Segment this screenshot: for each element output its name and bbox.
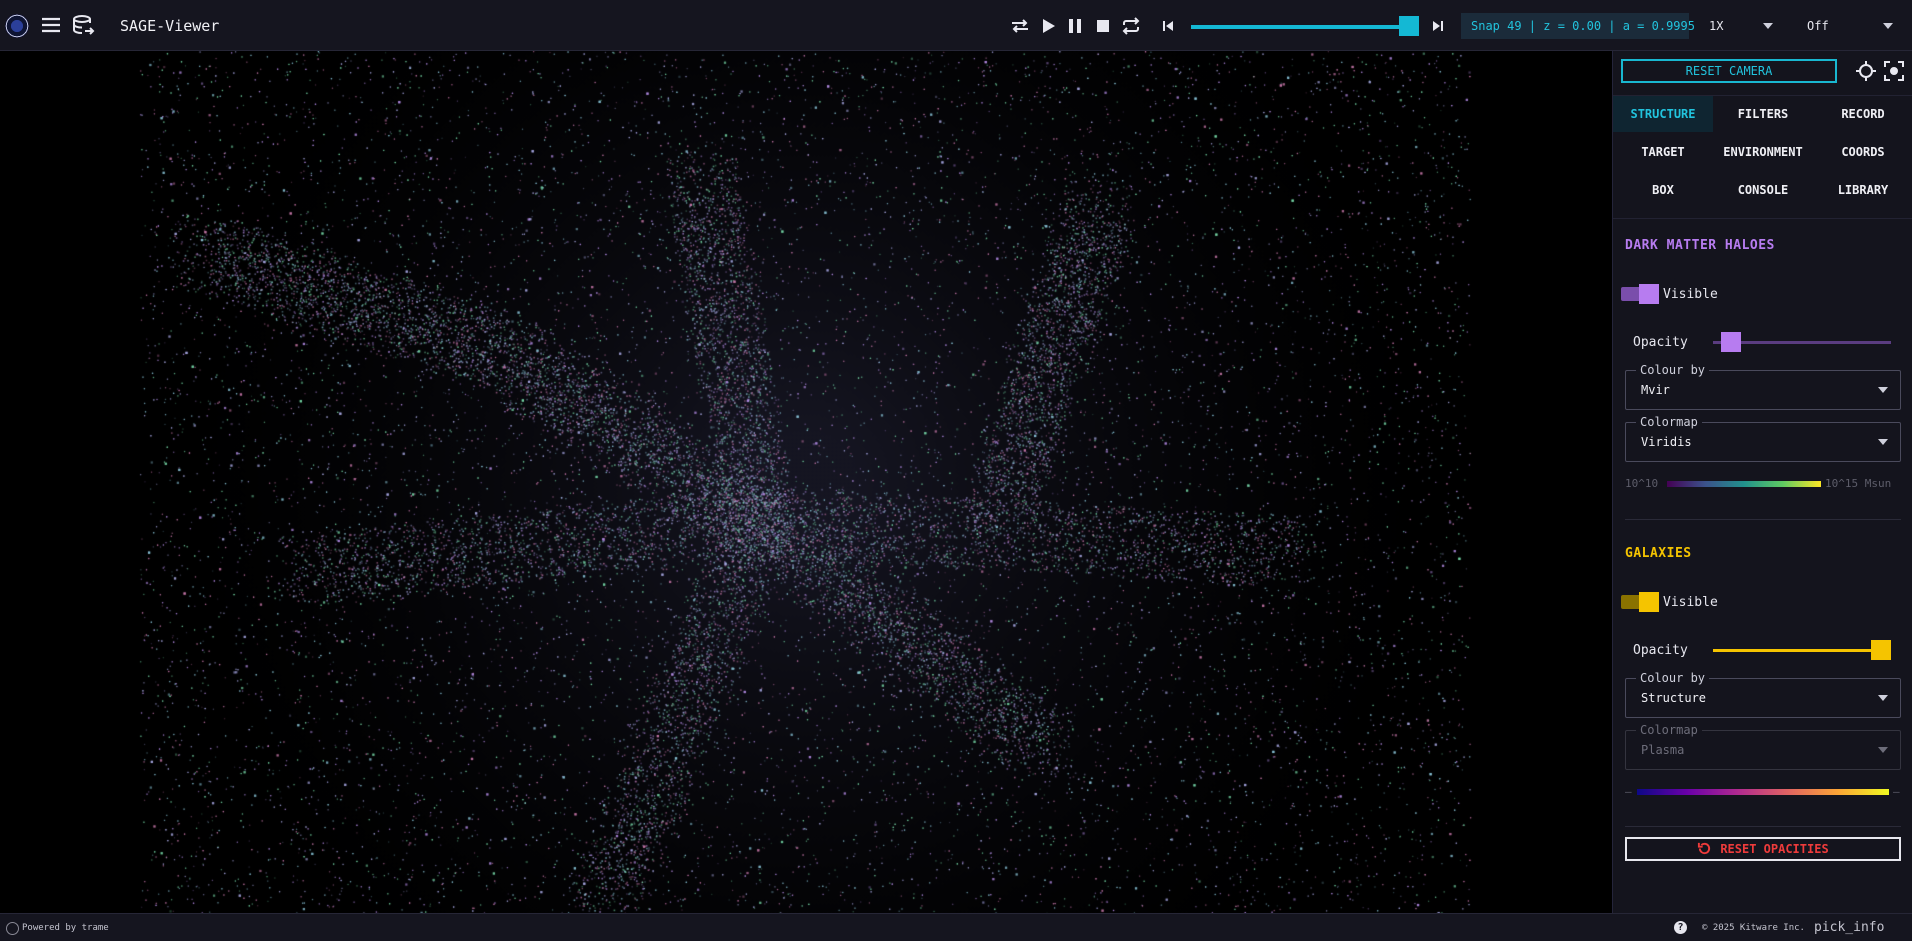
timeline-slider-knob[interactable] (1399, 16, 1419, 36)
reset-opacities-label: RESET OPACITIES (1720, 842, 1829, 856)
tab-environment[interactable]: ENVIRONMENT (1713, 134, 1813, 170)
haloes-visible-label: Visible (1663, 287, 1718, 302)
galaxies-colour-by-legend: Colour by (1636, 671, 1710, 685)
pick-info-text: pick_info (1814, 920, 1885, 935)
tab-structure[interactable]: STRUCTURE (1613, 96, 1713, 132)
pause-icon[interactable] (1064, 15, 1086, 37)
copyright-text: © 2025 Kitware Inc. (1702, 923, 1805, 933)
haloes-toggle-thumb (1639, 284, 1659, 304)
tab-target[interactable]: TARGET (1613, 134, 1713, 170)
loop-mode-select-value: Off (1807, 19, 1829, 33)
footer: Powered by trame ? © 2025 Kitware Inc. p… (0, 913, 1912, 941)
skip-to-end-icon[interactable] (1427, 15, 1449, 37)
loop-mode-select[interactable]: Off (1807, 13, 1895, 39)
chevron-down-icon (1883, 23, 1893, 29)
reset-opacities-button[interactable]: RESET OPACITIES (1625, 837, 1901, 861)
haloes-colour-by-select[interactable]: Colour by Mvir (1625, 363, 1901, 410)
galaxies-section-title: GALAXIES (1625, 546, 1692, 561)
haloes-visible-toggle[interactable] (1621, 284, 1659, 304)
menu-icon[interactable] (38, 12, 64, 38)
haloes-colormap-select[interactable]: Colormap Viridis (1625, 415, 1901, 462)
skip-to-start-icon[interactable] (1157, 15, 1179, 37)
galaxies-colormap-select: Colormap Plasma (1625, 723, 1901, 770)
help-icon[interactable]: ? (1674, 921, 1687, 934)
haloes-colour-by-legend: Colour by (1636, 363, 1710, 377)
galaxies-visible-toggle[interactable] (1621, 592, 1659, 612)
chevron-down-icon (1878, 439, 1888, 445)
chevron-down-icon (1878, 747, 1888, 753)
section-divider (1625, 826, 1901, 827)
tab-coords[interactable]: COORDS (1813, 134, 1912, 170)
fit-view-icon[interactable] (1883, 60, 1905, 82)
swap-direction-icon[interactable] (1009, 15, 1031, 37)
play-icon[interactable] (1037, 15, 1059, 37)
speed-select-value: 1X (1709, 19, 1724, 33)
plasma-colorbar (1637, 789, 1889, 795)
galaxies-opacity-slider[interactable] (1713, 640, 1891, 660)
haloes-colormap-legend: Colormap (1636, 415, 1702, 429)
galaxies-colorbar-max: – (1893, 785, 1900, 798)
timeline-slider[interactable] (1191, 16, 1419, 36)
haloes-colorbar-max: 10^15 Msun (1825, 477, 1892, 490)
galaxies-opacity-knob[interactable] (1871, 640, 1891, 660)
refresh-icon (1697, 841, 1712, 862)
control-panel: RESET CAMERA STRUCTURE FILTERS RECORD TA… (1612, 51, 1912, 913)
galaxies-colour-by-select[interactable]: Colour by Structure (1625, 671, 1901, 718)
galaxies-colorbar-min: – (1625, 785, 1632, 798)
galaxies-opacity-label: Opacity (1633, 643, 1688, 658)
haloes-colour-by-value: Mvir (1641, 383, 1670, 397)
tab-record[interactable]: RECORD (1813, 96, 1912, 132)
haloes-colormap-value: Viridis (1641, 435, 1692, 449)
galaxies-colormap-legend: Colormap (1636, 723, 1702, 737)
chevron-down-icon (1878, 695, 1888, 701)
tab-library[interactable]: LIBRARY (1813, 172, 1912, 208)
3d-viewport[interactable] (0, 51, 1612, 913)
viridis-colorbar (1667, 481, 1821, 487)
app-title: SAGE-Viewer (120, 17, 220, 35)
tab-filters[interactable]: FILTERS (1713, 96, 1813, 132)
section-divider (1625, 519, 1901, 520)
repeat-icon[interactable] (1120, 15, 1142, 37)
stop-icon[interactable] (1092, 15, 1114, 37)
galaxies-toggle-thumb (1639, 592, 1659, 612)
galaxies-opacity-track (1713, 649, 1891, 652)
galaxies-colour-by-value: Structure (1641, 691, 1707, 705)
snapshot-readout: Snap 49 | z = 0.00 | a = 0.9995 (1461, 13, 1695, 39)
haloes-section-title: DARK MATTER HALOES (1625, 238, 1775, 253)
chevron-down-icon (1763, 23, 1773, 29)
speed-select[interactable]: 1X (1709, 13, 1777, 39)
crosshair-icon[interactable] (1855, 60, 1877, 82)
panel-tabs: STRUCTURE FILTERS RECORD TARGET ENVIRONM… (1613, 95, 1912, 219)
app-logo-icon (5, 14, 29, 38)
database-sync-icon[interactable] (70, 12, 96, 38)
haloes-opacity-label: Opacity (1633, 335, 1688, 350)
trame-logo-icon (6, 922, 19, 935)
chevron-down-icon (1878, 387, 1888, 393)
powered-by-text: Powered by trame (22, 923, 109, 933)
top-bar: SAGE-Viewer Snap 49 | z = 0.00 | a = 0.9… (0, 0, 1912, 51)
galaxies-visible-label: Visible (1663, 595, 1718, 610)
haloes-opacity-slider[interactable] (1713, 332, 1891, 352)
timeline-slider-fill (1191, 25, 1399, 29)
tab-box[interactable]: BOX (1613, 172, 1713, 208)
haloes-opacity-knob[interactable] (1720, 332, 1741, 352)
haloes-colorbar-min: 10^10 (1625, 477, 1659, 490)
galaxies-colormap-value: Plasma (1641, 743, 1685, 757)
tab-console[interactable]: CONSOLE (1713, 172, 1813, 208)
reset-camera-button[interactable]: RESET CAMERA (1621, 59, 1837, 83)
particle-render-canvas[interactable] (0, 51, 1612, 913)
